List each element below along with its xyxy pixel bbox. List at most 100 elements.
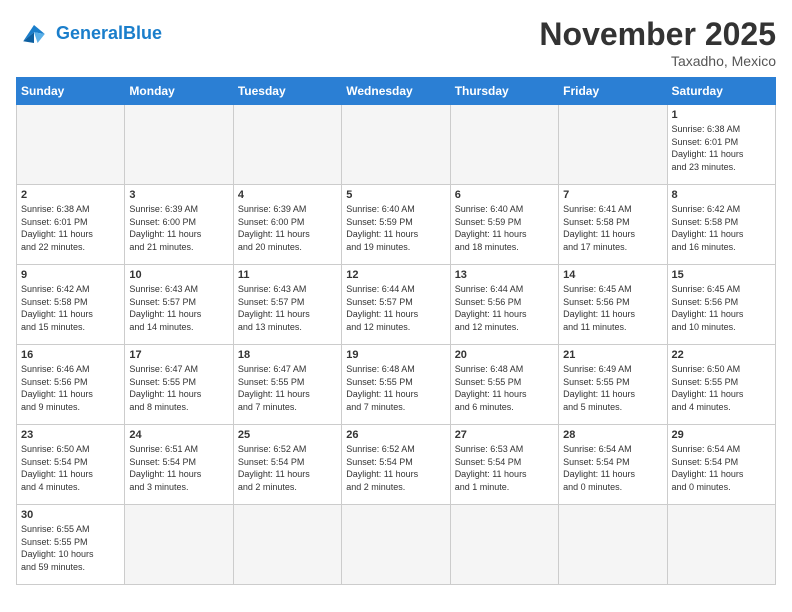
day-number: 12	[346, 269, 445, 281]
logo: GeneralBlue	[16, 16, 162, 52]
calendar-cell	[233, 505, 341, 585]
cell-content: Sunrise: 6:47 AM Sunset: 5:55 PM Dayligh…	[129, 363, 228, 413]
cell-content: Sunrise: 6:44 AM Sunset: 5:57 PM Dayligh…	[346, 283, 445, 333]
day-number: 23	[21, 429, 120, 441]
calendar-week-row: 30Sunrise: 6:55 AM Sunset: 5:55 PM Dayli…	[17, 505, 776, 585]
day-number: 3	[129, 189, 228, 201]
calendar-week-row: 16 Sunrise: 6:46 AM Sunset: 5:56 PM Dayli…	[17, 345, 776, 425]
cell-content: Sunrise: 6:42 AM Sunset: 5:58 PM Dayligh…	[672, 203, 771, 253]
day-number: 17	[129, 349, 228, 361]
day-number: 11	[238, 269, 337, 281]
cell-content: Sunrise: 6:46 AM Sunset: 5:56 PM Dayligh…	[21, 363, 120, 413]
cell-content: Sunrise: 6:55 AM Sunset: 5:55 PM Dayligh…	[21, 523, 120, 573]
calendar-cell: 17 Sunrise: 6:47 AM Sunset: 5:55 PM Dayli…	[125, 345, 233, 425]
header-friday: Friday	[559, 78, 667, 105]
cell-content: Sunrise: 6:48 AM Sunset: 5:55 PM Dayligh…	[455, 363, 554, 413]
calendar-cell: 5 Sunrise: 6:40 AM Sunset: 5:59 PM Daylig…	[342, 185, 450, 265]
header-monday: Monday	[125, 78, 233, 105]
cell-content: Sunrise: 6:52 AM Sunset: 5:54 PM Dayligh…	[346, 443, 445, 493]
day-number: 10	[129, 269, 228, 281]
calendar-cell: 9 Sunrise: 6:42 AM Sunset: 5:58 PM Daylig…	[17, 265, 125, 345]
day-number: 15	[672, 269, 771, 281]
day-number: 29	[672, 429, 771, 441]
day-number: 5	[346, 189, 445, 201]
header-saturday: Saturday	[667, 78, 775, 105]
calendar-cell: 23 Sunrise: 6:50 AM Sunset: 5:54 PM Dayli…	[17, 425, 125, 505]
calendar-cell: 10Sunrise: 6:43 AM Sunset: 5:57 PM Dayli…	[125, 265, 233, 345]
calendar-cell	[233, 105, 341, 185]
cell-content: Sunrise: 6:45 AM Sunset: 5:56 PM Dayligh…	[672, 283, 771, 333]
cell-content: Sunrise: 6:53 AM Sunset: 5:54 PM Dayligh…	[455, 443, 554, 493]
calendar-cell	[125, 505, 233, 585]
day-number: 7	[563, 189, 662, 201]
month-title: November 2025	[539, 16, 776, 53]
title-block: November 2025 Taxadho, Mexico	[539, 16, 776, 69]
calendar-cell: 16 Sunrise: 6:46 AM Sunset: 5:56 PM Dayli…	[17, 345, 125, 425]
calendar-week-row: 23 Sunrise: 6:50 AM Sunset: 5:54 PM Dayli…	[17, 425, 776, 505]
day-number: 1	[672, 109, 771, 121]
calendar-cell	[342, 505, 450, 585]
header-tuesday: Tuesday	[233, 78, 341, 105]
day-number: 9	[21, 269, 120, 281]
header-sunday: Sunday	[17, 78, 125, 105]
day-number: 20	[455, 349, 554, 361]
page-header: GeneralBlue November 2025 Taxadho, Mexic…	[16, 16, 776, 69]
cell-content: Sunrise: 6:39 AM Sunset: 6:00 PM Dayligh…	[238, 203, 337, 253]
cell-content: Sunrise: 6:52 AM Sunset: 5:54 PM Dayligh…	[238, 443, 337, 493]
day-number: 16	[21, 349, 120, 361]
cell-content: Sunrise: 6:50 AM Sunset: 5:55 PM Dayligh…	[672, 363, 771, 413]
calendar-cell: 20 Sunrise: 6:48 AM Sunset: 5:55 PM Dayli…	[450, 345, 558, 425]
cell-content: Sunrise: 6:38 AM Sunset: 6:01 PM Dayligh…	[21, 203, 120, 253]
day-number: 21	[563, 349, 662, 361]
calendar-cell	[17, 105, 125, 185]
day-number: 24	[129, 429, 228, 441]
cell-content: Sunrise: 6:40 AM Sunset: 5:59 PM Dayligh…	[346, 203, 445, 253]
calendar-cell: 7Sunrise: 6:41 AM Sunset: 5:58 PM Daylig…	[559, 185, 667, 265]
calendar-cell: 18 Sunrise: 6:47 AM Sunset: 5:55 PM Dayli…	[233, 345, 341, 425]
calendar-cell: 2 Sunrise: 6:38 AM Sunset: 6:01 PM Daylig…	[17, 185, 125, 265]
cell-content: Sunrise: 6:51 AM Sunset: 5:54 PM Dayligh…	[129, 443, 228, 493]
header-wednesday: Wednesday	[342, 78, 450, 105]
cell-content: Sunrise: 6:50 AM Sunset: 5:54 PM Dayligh…	[21, 443, 120, 493]
cell-content: Sunrise: 6:45 AM Sunset: 5:56 PM Dayligh…	[563, 283, 662, 333]
day-number: 18	[238, 349, 337, 361]
cell-content: Sunrise: 6:43 AM Sunset: 5:57 PM Dayligh…	[238, 283, 337, 333]
calendar-cell	[559, 505, 667, 585]
day-number: 28	[563, 429, 662, 441]
cell-content: Sunrise: 6:44 AM Sunset: 5:56 PM Dayligh…	[455, 283, 554, 333]
day-number: 26	[346, 429, 445, 441]
calendar-table: SundayMondayTuesdayWednesdayThursdayFrid…	[16, 77, 776, 585]
day-number: 13	[455, 269, 554, 281]
calendar-cell: 15 Sunrise: 6:45 AM Sunset: 5:56 PM Dayli…	[667, 265, 775, 345]
location: Taxadho, Mexico	[539, 53, 776, 69]
day-number: 22	[672, 349, 771, 361]
logo-icon	[16, 16, 52, 52]
cell-content: Sunrise: 6:42 AM Sunset: 5:58 PM Dayligh…	[21, 283, 120, 333]
cell-content: Sunrise: 6:54 AM Sunset: 5:54 PM Dayligh…	[672, 443, 771, 493]
day-number: 14	[563, 269, 662, 281]
calendar-cell: 4 Sunrise: 6:39 AM Sunset: 6:00 PM Daylig…	[233, 185, 341, 265]
calendar-cell	[559, 105, 667, 185]
day-number: 8	[672, 189, 771, 201]
calendar-cell: 13 Sunrise: 6:44 AM Sunset: 5:56 PM Dayli…	[450, 265, 558, 345]
day-number: 2	[21, 189, 120, 201]
cell-content: Sunrise: 6:40 AM Sunset: 5:59 PM Dayligh…	[455, 203, 554, 253]
day-number: 19	[346, 349, 445, 361]
calendar-cell: 8 Sunrise: 6:42 AM Sunset: 5:58 PM Daylig…	[667, 185, 775, 265]
day-number: 4	[238, 189, 337, 201]
calendar-cell: 30Sunrise: 6:55 AM Sunset: 5:55 PM Dayli…	[17, 505, 125, 585]
calendar-cell: 27 Sunrise: 6:53 AM Sunset: 5:54 PM Dayli…	[450, 425, 558, 505]
calendar-cell: 26 Sunrise: 6:52 AM Sunset: 5:54 PM Dayli…	[342, 425, 450, 505]
cell-content: Sunrise: 6:49 AM Sunset: 5:55 PM Dayligh…	[563, 363, 662, 413]
cell-content: Sunrise: 6:38 AM Sunset: 6:01 PM Dayligh…	[672, 123, 771, 173]
calendar-week-row: 2 Sunrise: 6:38 AM Sunset: 6:01 PM Daylig…	[17, 185, 776, 265]
calendar-cell: 29 Sunrise: 6:54 AM Sunset: 5:54 PM Dayli…	[667, 425, 775, 505]
calendar-cell: 19Sunrise: 6:48 AM Sunset: 5:55 PM Dayli…	[342, 345, 450, 425]
cell-content: Sunrise: 6:47 AM Sunset: 5:55 PM Dayligh…	[238, 363, 337, 413]
calendar-cell: 12 Sunrise: 6:44 AM Sunset: 5:57 PM Dayli…	[342, 265, 450, 345]
day-number: 27	[455, 429, 554, 441]
calendar-cell	[125, 105, 233, 185]
logo-text: GeneralBlue	[56, 24, 162, 44]
calendar-cell	[342, 105, 450, 185]
calendar-header-row: SundayMondayTuesdayWednesdayThursdayFrid…	[17, 78, 776, 105]
